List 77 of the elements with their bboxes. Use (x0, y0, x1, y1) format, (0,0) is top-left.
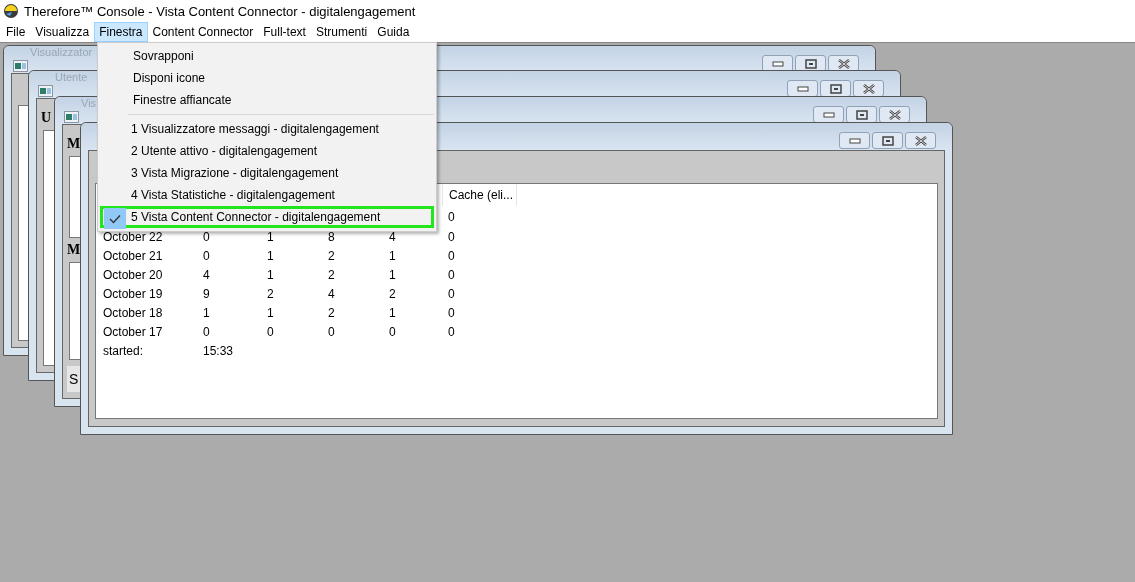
menu-item[interactable]: Full-text (258, 22, 311, 42)
menu-option[interactable]: 4 Vista Statistiche - digitalengagement (100, 184, 434, 206)
close-icon (888, 109, 901, 120)
table-cell-text: 0 (328, 324, 336, 339)
window-icon[interactable] (38, 85, 53, 97)
table-cell-text: 8 (328, 229, 336, 244)
minimize-icon (796, 85, 809, 92)
table-cell-text: 0 (447, 324, 456, 339)
maximize-button[interactable] (872, 132, 903, 149)
table-cell-text: 0 (267, 324, 275, 339)
section-heading: M (67, 135, 81, 153)
column-header[interactable]: Cache (eli... (442, 184, 517, 206)
menu-item[interactable]: Content Connector (147, 22, 259, 42)
app-title: Therefore™ Console - Vista Content Connector - digitalengagement (24, 3, 416, 19)
menu-item[interactable]: Finestra (94, 22, 148, 42)
table-cell-text: 1 (267, 248, 275, 263)
table-cell-text: October 20 (103, 267, 164, 282)
minimize-icon (848, 137, 861, 144)
table-cell-text: October 17 (103, 324, 164, 339)
close-icon (862, 83, 875, 94)
table-cell-text: 1 (389, 248, 397, 263)
section-heading: U (41, 109, 52, 127)
window-icon[interactable] (13, 60, 28, 72)
close-icon (837, 58, 850, 69)
table-cell-text: 1 (267, 229, 275, 244)
table-cell-text: 0 (203, 324, 211, 339)
window-icon[interactable] (64, 111, 79, 123)
table-cell-text: 0 (447, 229, 456, 244)
table-cell-text: 2 (389, 286, 397, 301)
table-cell-text: 15:33 (203, 343, 235, 358)
table-cell-text: 0 (389, 324, 397, 339)
table-cell-text: 1 (389, 267, 397, 282)
close-icon (914, 135, 927, 146)
maximize-icon (881, 135, 894, 146)
table-cell-text: October 21 (103, 248, 164, 263)
table-cell-text: 4 (203, 267, 211, 282)
menu-item[interactable]: Visualizza (30, 22, 95, 42)
table-cell-text: 1 (203, 305, 211, 320)
table-cell-text: 2 (328, 248, 336, 263)
menu-option[interactable]: 2 Utente attivo - digitalengagement (100, 140, 434, 162)
table-cell-text: 0 (447, 286, 456, 301)
close-button[interactable] (905, 132, 936, 149)
table-cell-text: 0 (447, 210, 456, 224)
menu-option[interactable]: Disponi icone (100, 67, 434, 89)
table-cell-text: 1 (267, 267, 275, 282)
table-cell-text: 9 (203, 286, 211, 301)
table-cell-text: 4 (328, 286, 336, 301)
maximize-icon (804, 58, 817, 69)
menu-option[interactable]: 5 Vista Content Connector - digitalengagement (100, 206, 434, 228)
maximize-icon (855, 109, 868, 120)
menu-item[interactable]: File (1, 22, 31, 42)
menu-item[interactable]: Guida (372, 22, 415, 42)
table-cell-text: 0 (203, 248, 211, 263)
table-cell-text: 1 (389, 305, 397, 320)
table-cell-text: 1 (267, 305, 275, 320)
menu-option[interactable]: Sovrapponi (100, 45, 434, 67)
menu-option[interactable]: 3 Vista Migrazione - digitalengagement (100, 162, 434, 184)
menu-item[interactable]: Strumenti (310, 22, 373, 42)
table-cell-text: 0 (447, 248, 456, 263)
table-cell-text: 4 (389, 229, 397, 244)
menu-option[interactable]: 1 Visualizzatore messaggi - digitalengagement (100, 118, 434, 140)
table-cell-text: 0 (447, 267, 456, 282)
table-cell-text: started: (103, 343, 145, 358)
maximize-icon (829, 83, 842, 94)
table-cell-text: 2 (267, 286, 275, 301)
table-cell-text: 2 (328, 267, 336, 282)
table-cell-text: October 22 (103, 229, 164, 244)
minimize-icon (822, 111, 835, 118)
table-cell-text: 0 (447, 305, 456, 320)
table-cell-text: October 19 (103, 286, 164, 301)
table-cell-text: October 18 (103, 305, 164, 320)
table-cell-text: 2 (328, 305, 336, 320)
minimize-icon (771, 60, 784, 67)
app-logo-icon (3, 3, 19, 19)
section-heading: M (67, 241, 81, 259)
table-cell-text: 0 (203, 229, 211, 244)
menu-option[interactable]: Finestre affiancate (100, 89, 434, 111)
